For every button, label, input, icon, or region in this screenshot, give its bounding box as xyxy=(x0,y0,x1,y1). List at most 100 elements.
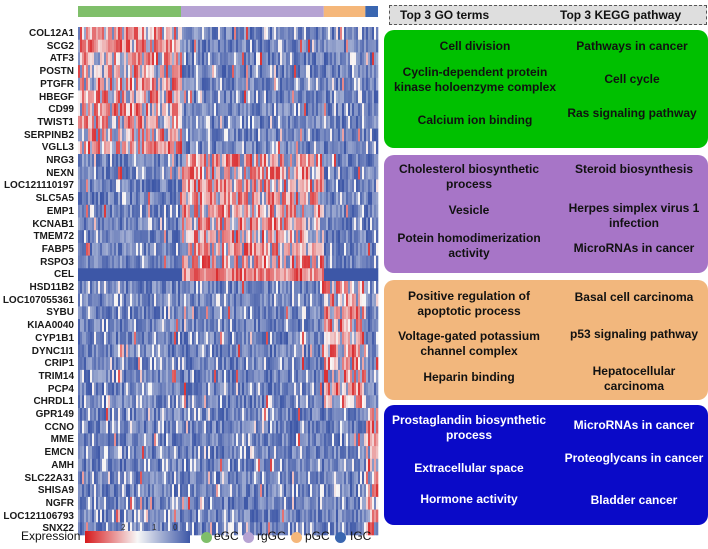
heatmap-cell xyxy=(208,433,211,447)
heatmap-cell xyxy=(228,103,231,117)
heatmap-cell xyxy=(222,192,225,206)
heatmap-cell xyxy=(90,420,93,434)
heatmap-cell xyxy=(344,420,347,434)
heatmap-cell xyxy=(324,369,327,383)
heatmap-cell xyxy=(190,39,193,53)
heatmap-cell xyxy=(206,293,209,307)
heatmap-cell xyxy=(122,242,125,256)
heatmap-cell xyxy=(164,115,167,129)
heatmap-cell xyxy=(180,115,183,129)
heatmap-cell xyxy=(200,230,203,244)
heatmap-cell xyxy=(118,382,121,396)
heatmap-cell xyxy=(324,420,327,434)
heatmap-cell xyxy=(318,344,321,358)
heatmap-cell xyxy=(340,179,343,193)
heatmap-cell xyxy=(154,306,157,320)
heatmap-cell xyxy=(156,382,159,396)
heatmap-cell xyxy=(294,331,297,345)
heatmap-cell xyxy=(104,344,107,358)
heatmap-cell xyxy=(316,39,319,53)
heatmap-cell xyxy=(200,90,203,104)
heatmap-cell xyxy=(222,319,225,333)
heatmap-cell xyxy=(232,230,235,244)
heatmap-cell xyxy=(310,154,313,167)
heatmap-cell xyxy=(202,27,205,40)
heatmap-cell xyxy=(274,154,277,167)
heatmap-cell xyxy=(212,293,215,307)
heatmap-cell xyxy=(168,268,171,282)
heatmap-cell xyxy=(302,65,305,79)
heatmap-cell xyxy=(82,331,85,345)
heatmap-cell xyxy=(138,103,141,117)
heatmap-cell xyxy=(122,154,125,167)
heatmap-cell xyxy=(234,141,237,155)
heatmap-cell xyxy=(222,154,225,167)
heatmap-cell xyxy=(130,268,133,282)
heatmap-cell xyxy=(210,27,213,40)
heatmap-cell xyxy=(318,369,321,383)
heatmap-cell xyxy=(314,433,317,447)
heatmap-cell xyxy=(172,255,175,269)
heatmap-cell xyxy=(214,331,217,345)
heatmap-cell xyxy=(98,408,101,421)
heatmap-cell xyxy=(154,166,157,180)
heatmap-cell xyxy=(344,90,347,104)
heatmap-cell xyxy=(346,179,349,193)
heatmap-cell xyxy=(316,357,319,371)
heatmap-cell xyxy=(338,268,341,282)
heatmap-cell xyxy=(128,52,131,66)
heatmap-cell xyxy=(190,319,193,333)
heatmap-cell xyxy=(188,357,191,371)
heatmap-cell xyxy=(248,39,251,53)
heatmap-cell xyxy=(226,65,229,79)
heatmap-cell xyxy=(306,230,309,244)
heatmap-cell xyxy=(348,103,351,117)
heatmap-cell xyxy=(334,166,337,180)
heatmap-cell xyxy=(196,306,199,320)
heatmap-cell xyxy=(170,230,173,244)
heatmap-cell xyxy=(294,77,297,91)
heatmap-cell xyxy=(314,344,317,358)
heatmap-cell xyxy=(348,306,351,320)
heatmap-cell xyxy=(194,230,197,244)
heatmap-cell xyxy=(286,128,289,142)
heatmap-cell xyxy=(154,230,157,244)
heatmap-cell xyxy=(316,242,319,256)
heatmap-cell xyxy=(84,103,87,117)
heatmap-cell xyxy=(200,52,203,66)
heatmap-cell xyxy=(324,319,327,333)
heatmap-cell xyxy=(302,154,305,167)
heatmap-cell xyxy=(344,115,347,129)
heatmap-cell xyxy=(352,420,355,434)
heatmap-cell xyxy=(108,281,111,294)
heatmap-cell xyxy=(114,242,117,256)
heatmap-cell xyxy=(252,344,255,358)
heatmap-cell xyxy=(186,420,189,434)
heatmap-cell xyxy=(134,281,137,294)
heatmap-cell xyxy=(246,27,249,40)
heatmap-cell xyxy=(228,90,231,104)
heatmap-cell xyxy=(158,242,161,256)
heatmap-cell xyxy=(196,319,199,333)
heatmap-cell xyxy=(340,217,343,231)
heatmap-cell xyxy=(212,128,215,142)
heatmap-cell xyxy=(374,306,377,320)
heatmap-cell xyxy=(90,166,93,180)
heatmap-cell xyxy=(176,395,179,409)
heatmap-cell xyxy=(92,217,95,231)
heatmap-cell xyxy=(292,141,295,155)
heatmap-cell xyxy=(244,115,247,129)
heatmap-cell xyxy=(122,268,125,282)
heatmap-cell xyxy=(116,141,119,155)
heatmap-cell xyxy=(326,344,329,358)
heatmap-cell xyxy=(88,217,91,231)
heatmap-cell xyxy=(262,77,265,91)
heatmap-cell xyxy=(306,293,309,307)
heatmap-cell xyxy=(258,103,261,117)
heatmap-cell xyxy=(166,154,169,167)
heatmap-cell xyxy=(348,293,351,307)
heatmap-cell xyxy=(358,52,361,66)
heatmap-cell xyxy=(260,166,263,180)
heatmap-cell xyxy=(358,90,361,104)
heatmap-cell xyxy=(324,65,327,79)
